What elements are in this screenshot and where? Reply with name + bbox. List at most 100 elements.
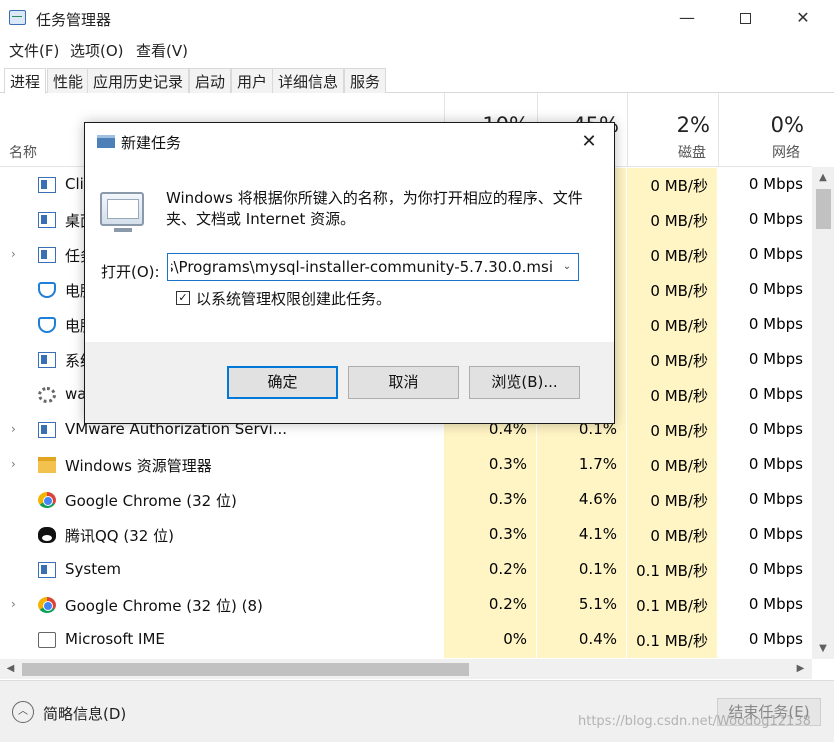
ime-icon	[38, 632, 56, 648]
expand-chevron-icon[interactable]: ›	[11, 422, 16, 436]
memory-cell: 1.7%	[537, 448, 626, 483]
tab-startup[interactable]: 启动	[189, 68, 232, 93]
scroll-down-arrow[interactable]: ▼	[812, 640, 834, 657]
tab-processes[interactable]: 进程	[4, 68, 47, 94]
window-icon	[38, 212, 56, 228]
dialog-close-button[interactable]: ✕	[575, 128, 603, 156]
network-cell: 0 Mbps	[718, 553, 812, 588]
disk-cell: 0 MB/秒	[627, 273, 717, 308]
disk-cell: 0 MB/秒	[627, 378, 717, 413]
memory-cell: 0.4%	[537, 623, 626, 658]
open-combobox[interactable]: ⌄	[167, 253, 579, 281]
network-cell: 0 Mbps	[718, 168, 812, 203]
title-bar: 任务管理器 — ✕	[0, 0, 834, 36]
process-name: Cli	[65, 175, 84, 193]
network-cell: 0 Mbps	[718, 518, 812, 553]
shield-icon	[38, 317, 56, 333]
browse-button[interactable]: 浏览(B)...	[469, 366, 580, 399]
memory-cell: 0.1%	[537, 553, 626, 588]
window-icon	[38, 422, 56, 438]
memory-cell: 4.1%	[537, 518, 626, 553]
disk-cell: 0 MB/秒	[627, 238, 717, 273]
watermark: https://blog.csdn.net/Woodog12138	[578, 714, 811, 729]
scroll-left-arrow[interactable]: ◀	[2, 659, 19, 679]
chrome-icon	[38, 492, 56, 508]
tab-performance[interactable]: 性能	[47, 68, 90, 93]
tab-app-history[interactable]: 应用历史记录	[87, 68, 190, 93]
close-button[interactable]: ✕	[774, 0, 832, 36]
cpu-cell: 0.3%	[444, 483, 536, 518]
window-title: 任务管理器	[36, 11, 112, 29]
dialog-description: Windows 将根据你所键入的名称，为你打开相应的程序、文件夹、文档或 Int…	[166, 189, 583, 228]
network-cell: 0 Mbps	[718, 203, 812, 238]
memory-cell: 4.6%	[537, 483, 626, 518]
vertical-scroll-thumb[interactable]	[816, 189, 831, 229]
network-cell: 0 Mbps	[718, 343, 812, 378]
disk-cell: 0.1 MB/秒	[627, 588, 717, 623]
network-cell: 0 Mbps	[718, 378, 812, 413]
minimize-button[interactable]: —	[658, 0, 716, 36]
dialog-body: Windows 将根据你所键入的名称，为你打开相应的程序、文件夹、文档或 Int…	[85, 160, 614, 342]
cancel-button[interactable]: 取消	[348, 366, 459, 399]
expand-chevron-icon[interactable]: ›	[11, 597, 16, 611]
column-header-name[interactable]: 名称	[9, 142, 37, 162]
disk-cell: 0.1 MB/秒	[627, 623, 717, 658]
admin-privileges-label[interactable]: 以系统管理权限创建此任务。	[196, 288, 391, 309]
menu-file[interactable]: 文件(F)	[9, 40, 59, 61]
scroll-up-arrow[interactable]: ▲	[812, 169, 834, 186]
run-program-icon	[100, 192, 144, 232]
menu-view[interactable]: 查看(V)	[136, 40, 188, 61]
window-icon	[38, 562, 56, 578]
process-name: System	[65, 560, 121, 578]
vertical-scrollbar[interactable]: ▲ ▼	[812, 167, 834, 659]
network-cell: 0 Mbps	[718, 273, 812, 308]
table-row[interactable]: 腾讯QQ (32 位) 0.3% 4.1% 0 MB/秒 0 Mbps	[0, 518, 812, 553]
column-header-disk[interactable]: 2% 磁盘	[627, 93, 718, 166]
table-row[interactable]: Microsoft IME 0% 0.4% 0.1 MB/秒 0 Mbps	[0, 623, 812, 658]
chevron-up-icon[interactable]: ︿	[12, 701, 34, 723]
fewer-details-link[interactable]: 简略信息(D)	[43, 703, 126, 724]
menu-options[interactable]: 选项(O)	[70, 40, 124, 61]
network-cell: 0 Mbps	[718, 448, 812, 483]
network-total: 0%	[770, 113, 804, 137]
tab-details[interactable]: 详细信息	[272, 68, 345, 93]
table-row[interactable]: › Windows 资源管理器 0.3% 1.7% 0 MB/秒 0 Mbps	[0, 448, 812, 483]
horizontal-scroll-thumb[interactable]	[22, 663, 469, 676]
expand-chevron-icon[interactable]: ›	[11, 247, 16, 261]
network-cell: 0 Mbps	[718, 238, 812, 273]
disk-total: 2%	[676, 113, 710, 137]
disk-cell: 0 MB/秒	[627, 203, 717, 238]
table-row[interactable]: › Google Chrome (32 位) (8) 0.2% 5.1% 0.1 MB/…	[0, 588, 812, 623]
cpu-cell: 0.2%	[444, 553, 536, 588]
process-name: Microsoft IME	[65, 630, 165, 648]
disk-label: 磁盘	[678, 145, 706, 161]
table-row[interactable]: Google Chrome (32 位) 0.3% 4.6% 0 MB/秒 0 Mbps	[0, 483, 812, 518]
expand-chevron-icon[interactable]: ›	[11, 457, 16, 471]
maximize-button[interactable]	[716, 0, 774, 36]
window-icon	[38, 247, 56, 263]
disk-cell: 0 MB/秒	[627, 308, 717, 343]
gear-icon	[38, 387, 56, 403]
cpu-cell: 0.3%	[444, 518, 536, 553]
tab-users[interactable]: 用户	[231, 68, 274, 93]
window-icon	[38, 352, 56, 368]
admin-privileges-checkbox[interactable]: ✓	[176, 291, 190, 305]
chevron-down-icon[interactable]: ⌄	[556, 254, 578, 280]
folder-icon	[38, 457, 56, 473]
process-name: Windows 资源管理器	[65, 457, 212, 475]
horizontal-scrollbar[interactable]: ◀ ▶	[0, 659, 812, 679]
scroll-right-arrow[interactable]: ▶	[792, 659, 809, 679]
maximize-icon	[739, 13, 751, 24]
ok-button[interactable]: 确定	[227, 366, 338, 399]
disk-cell: 0 MB/秒	[627, 343, 717, 378]
open-input[interactable]	[171, 256, 553, 278]
network-cell: 0 Mbps	[718, 483, 812, 518]
cpu-cell: 0.2%	[444, 588, 536, 623]
disk-cell: 0 MB/秒	[627, 413, 717, 448]
tab-services[interactable]: 服务	[344, 68, 387, 93]
column-header-network[interactable]: 0% 网络	[718, 93, 812, 166]
table-row[interactable]: System 0.2% 0.1% 0.1 MB/秒 0 Mbps	[0, 553, 812, 588]
disk-cell: 0 MB/秒	[627, 518, 717, 553]
open-label: 打开(O):	[101, 263, 160, 281]
shield-icon	[38, 282, 56, 298]
